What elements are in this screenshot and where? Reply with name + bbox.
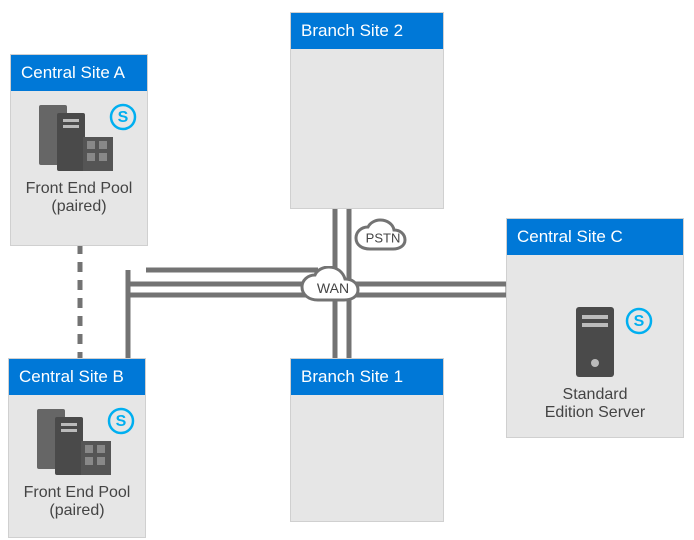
skype-icon: S <box>625 307 653 340</box>
server-icon <box>566 368 624 385</box>
svg-text:S: S <box>634 313 645 330</box>
central-site-a: Central Site A S Front End Pool (paired) <box>10 54 148 246</box>
server-pair-icon <box>33 162 125 179</box>
central-site-b-title: Central Site B <box>9 359 145 395</box>
branch-site-1: Branch Site 1 <box>290 358 444 522</box>
pstn-cloud: PSTN <box>352 218 414 256</box>
branch-site-2-title: Branch Site 2 <box>291 13 443 49</box>
central-site-b-caption2: (paired) <box>17 502 137 520</box>
central-site-b: Central Site B S Front End Pool (paired) <box>8 358 146 538</box>
svg-text:S: S <box>116 413 127 430</box>
pstn-label: PSTN <box>352 230 414 245</box>
central-site-c-caption1: Standard <box>515 386 675 404</box>
skype-icon: S <box>109 103 137 136</box>
central-site-c-caption2: Edition Server <box>515 404 675 422</box>
svg-text:S: S <box>118 109 129 126</box>
central-site-c-title: Central Site C <box>507 219 683 255</box>
server-pair-icon <box>31 466 123 483</box>
wan-cloud: WAN <box>298 266 368 308</box>
central-site-a-caption1: Front End Pool <box>19 180 139 198</box>
branch-site-1-title: Branch Site 1 <box>291 359 443 395</box>
skype-icon: S <box>107 407 135 440</box>
branch-site-2: Branch Site 2 <box>290 12 444 209</box>
wan-label: WAN <box>298 280 368 296</box>
central-site-a-title: Central Site A <box>11 55 147 91</box>
central-site-b-caption1: Front End Pool <box>17 484 137 502</box>
central-site-a-caption2: (paired) <box>19 198 139 216</box>
central-site-c: Central Site C S Standard Edition Server <box>506 218 684 438</box>
